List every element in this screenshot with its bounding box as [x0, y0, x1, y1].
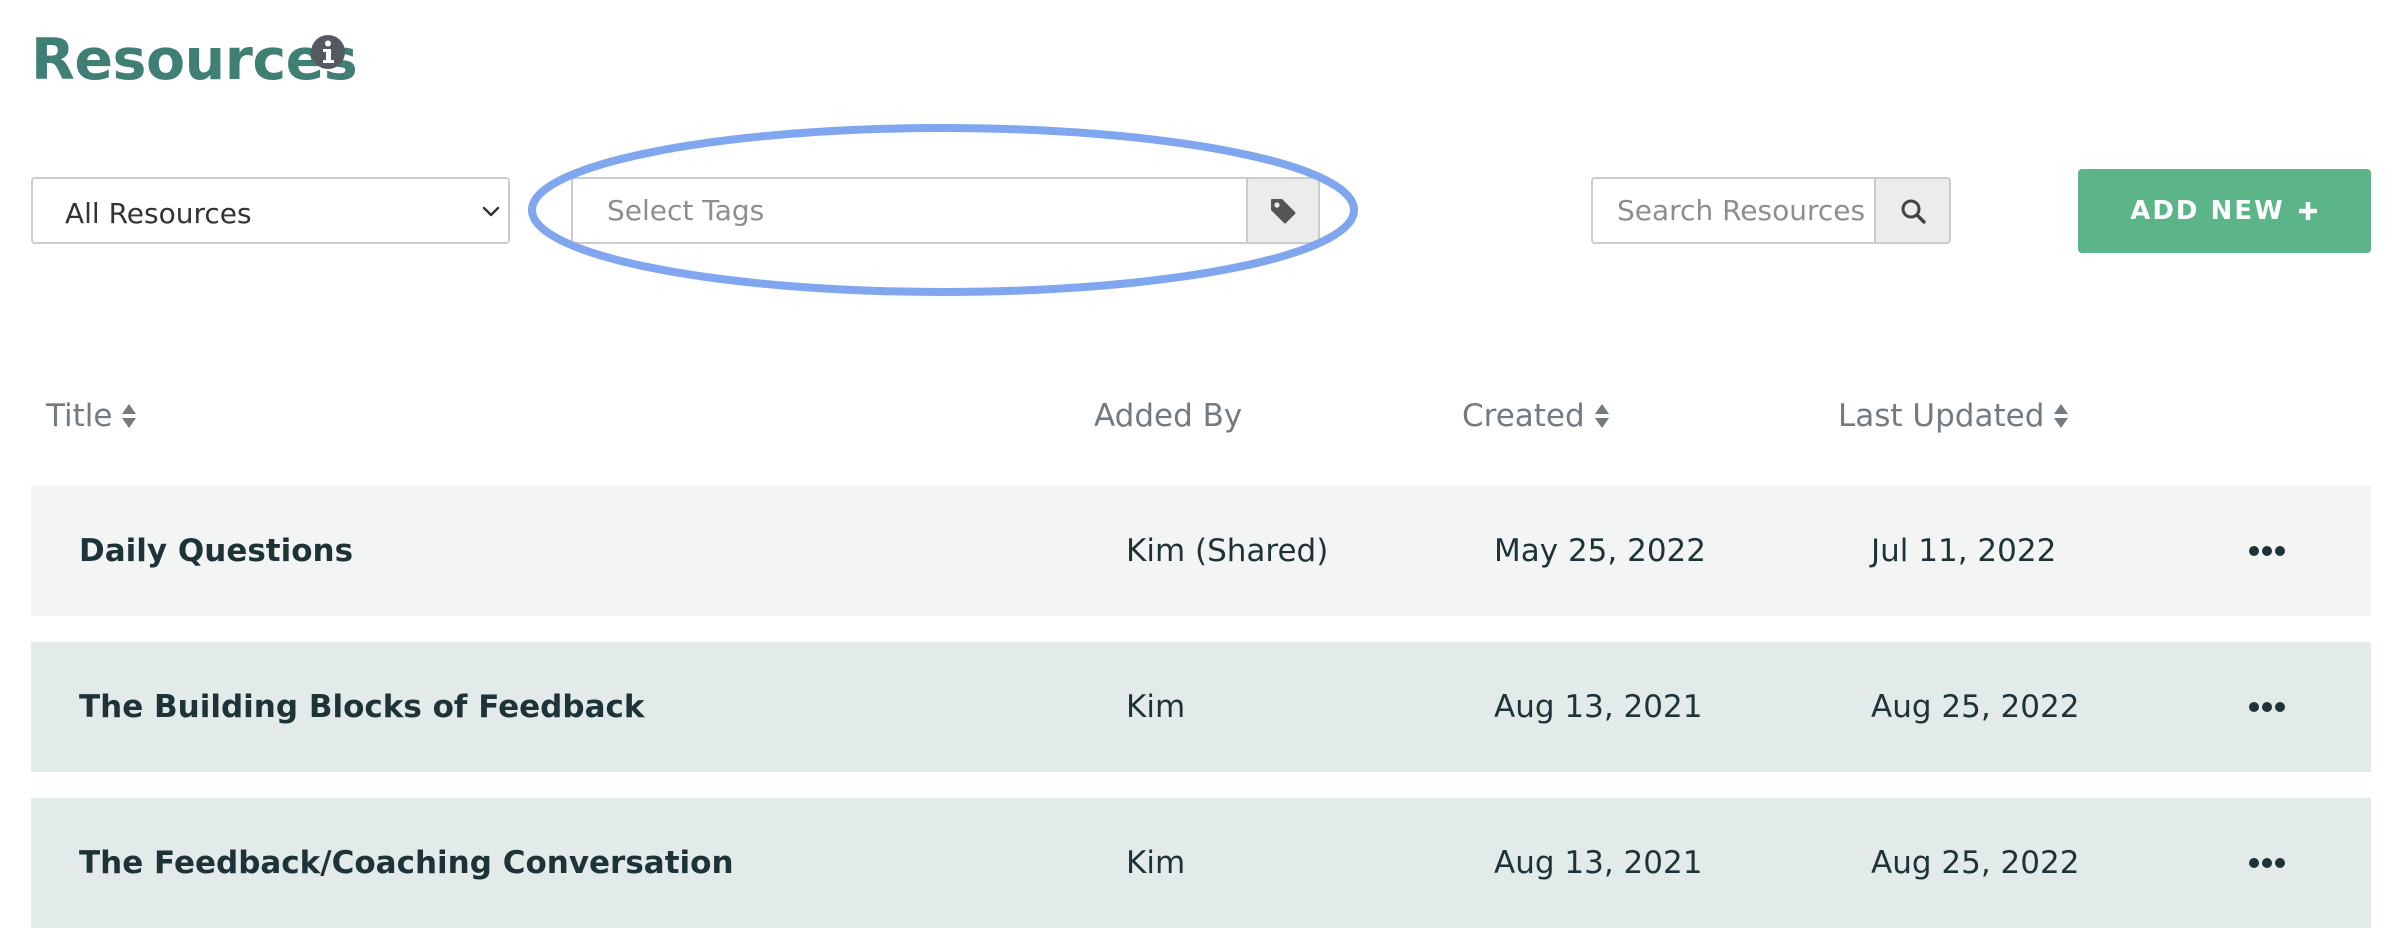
plus-icon	[2298, 202, 2317, 220]
column-header-created[interactable]: Created	[1462, 398, 1611, 434]
column-header-title[interactable]: Title	[46, 398, 138, 434]
more-options-icon[interactable]	[2246, 690, 2288, 724]
resource-title[interactable]: Daily Questions	[79, 486, 353, 616]
add-new-label: ADD NEW	[2130, 196, 2285, 226]
search-button[interactable]	[1874, 177, 1951, 244]
resource-added-by: Kim (Shared)	[1126, 533, 1329, 569]
sort-icon	[2054, 404, 2069, 428]
column-header-last-updated[interactable]: Last Updated	[1838, 398, 2070, 434]
resource-added-by: Kim	[1126, 845, 1186, 881]
tag-select-input[interactable]	[571, 177, 1247, 244]
more-options-icon[interactable]	[2246, 534, 2288, 568]
column-header-added-by: Added By	[1094, 398, 1242, 434]
add-new-button[interactable]: ADD NEW	[2078, 169, 2371, 253]
resource-title[interactable]: The Building Blocks of Feedback	[79, 642, 644, 772]
resource-title[interactable]: The Feedback/Coaching Conversation	[79, 798, 734, 928]
search-icon	[1901, 199, 1926, 224]
column-header-label: Title	[46, 398, 113, 434]
resource-created-date: May 25, 2022	[1494, 533, 1706, 569]
table-row[interactable]: The Building Blocks of Feedback Kim Aug …	[31, 642, 2371, 772]
resource-updated-date: Aug 25, 2022	[1871, 845, 2080, 881]
tag-button[interactable]	[1246, 177, 1320, 244]
resource-added-by: Kim	[1126, 689, 1186, 725]
page-title: Resources	[31, 27, 358, 93]
sort-icon	[1594, 404, 1609, 428]
table-row[interactable]: The Feedback/Coaching Conversation Kim A…	[31, 798, 2371, 928]
info-icon[interactable]	[310, 34, 346, 70]
resource-type-select[interactable]: All Resources	[31, 177, 510, 244]
resource-type-selected: All Resources	[65, 197, 252, 230]
column-header-label: Created	[1462, 398, 1585, 434]
tag-icon	[1271, 198, 1296, 223]
table-row[interactable]: Daily Questions Kim (Shared) May 25, 202…	[31, 486, 2371, 616]
search-input[interactable]	[1591, 177, 1875, 244]
chevron-down-icon	[482, 206, 500, 217]
resource-created-date: Aug 13, 2021	[1494, 845, 1703, 881]
column-header-label: Last Updated	[1838, 398, 2045, 434]
column-header-label: Added By	[1094, 398, 1243, 434]
sort-icon	[122, 404, 137, 428]
resource-updated-date: Aug 25, 2022	[1871, 689, 2080, 725]
resource-created-date: Aug 13, 2021	[1494, 689, 1703, 725]
resource-updated-date: Jul 11, 2022	[1871, 533, 2057, 569]
more-options-icon[interactable]	[2246, 846, 2288, 880]
